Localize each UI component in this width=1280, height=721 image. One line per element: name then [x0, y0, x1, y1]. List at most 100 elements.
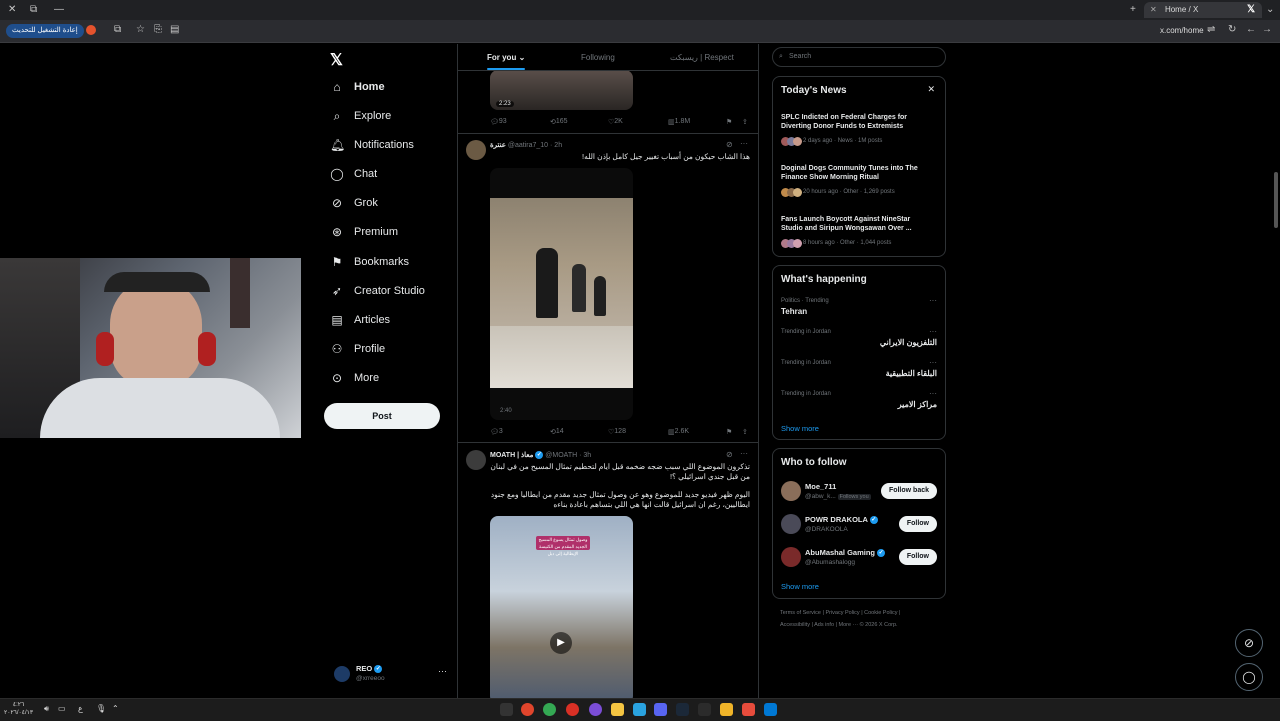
trend-name[interactable]: البلقاء التطبيقية	[886, 369, 937, 378]
extensions-icon[interactable]: ⧉	[114, 20, 121, 40]
app-icon[interactable]	[566, 703, 579, 716]
avatar[interactable]	[781, 547, 801, 567]
trend-more-icon[interactable]: ···	[929, 389, 937, 398]
nav-grok[interactable]: ⊘ Grok	[330, 192, 378, 214]
reload-icon[interactable]: ↻	[1228, 20, 1236, 40]
avatar[interactable]	[781, 481, 801, 501]
tweet-video[interactable]: وصول تمثال يسوع المسيح الجديد المقدم من …	[490, 516, 633, 704]
volume-icon[interactable]: 🔊︎	[44, 704, 49, 714]
news-headline[interactable]: Doginal Dogs Community Tunes into The Fi…	[781, 164, 931, 182]
follow-button[interactable]: Follow	[898, 549, 937, 565]
grok-icon[interactable]: ⊘	[726, 140, 733, 149]
nav-home[interactable]: ⌂ Home	[330, 76, 384, 98]
avatar[interactable]	[781, 514, 801, 534]
bookmark-icon[interactable]: ⚑	[726, 118, 732, 126]
grok-icon[interactable]: ⊘	[726, 450, 733, 459]
telegram-icon[interactable]	[633, 703, 646, 716]
tab-following[interactable]: Following	[581, 53, 615, 62]
trend-name[interactable]: مراكز الامير	[898, 400, 937, 409]
avatar[interactable]	[466, 450, 486, 470]
tweet-video[interactable]: 2:40	[490, 168, 633, 420]
nav-explore[interactable]: ⌕ Explore	[330, 105, 392, 127]
x-logo-icon[interactable]: 𝕏	[330, 50, 343, 70]
site-settings-icon[interactable]: ⇌	[1207, 20, 1215, 40]
windows-start-icon[interactable]	[764, 703, 777, 716]
address-bar[interactable]: x.com/home	[1160, 24, 1204, 38]
views-button[interactable]: ▥ 1.8M	[668, 118, 690, 126]
footer-links[interactable]: Terms of Service | Privacy Policy | Cook…	[780, 610, 900, 616]
more-icon[interactable]: ···	[740, 139, 748, 148]
home-timeline[interactable]: 2:23 💬︎ 93 ⟲ 165 ♡ 2K ▥ 1.8M ⚑ ⇪ عنترة @…	[457, 44, 759, 704]
post-button[interactable]: Post	[324, 403, 440, 429]
system-clock[interactable]: ٤:٢٦ ٢٠٢٦/٠٤/١٣	[4, 701, 33, 717]
news-headline[interactable]: SPLC Indicted on Federal Charges for Div…	[781, 113, 931, 131]
nav-bookmarks[interactable]: ⚑ Bookmarks	[330, 251, 409, 273]
views-button[interactable]: ▥ 2.6K	[668, 428, 689, 436]
show-more-link[interactable]: Show more	[781, 582, 819, 591]
forward-icon[interactable]: →	[1262, 20, 1272, 40]
follow-back-button[interactable]: Follow back	[880, 483, 937, 499]
restore-window-icon[interactable]: ⧉	[30, 0, 37, 20]
close-icon[interactable]: ✕	[927, 84, 935, 95]
chrome-icon[interactable]	[543, 703, 556, 716]
update-restart-button[interactable]: إعادة التشغيل للتحديث	[6, 24, 84, 38]
new-tab-icon[interactable]: +	[1130, 0, 1136, 20]
nav-chat[interactable]: ◯ Chat	[330, 163, 377, 185]
microphone-icon[interactable]: 🎙︎	[96, 704, 106, 713]
account-more-icon[interactable]: ···	[438, 666, 447, 676]
app-icon[interactable]	[589, 703, 602, 716]
like-button[interactable]: ♡ 2K	[608, 118, 623, 126]
nav-more[interactable]: ⊙ More	[330, 367, 379, 389]
trend-more-icon[interactable]: ···	[929, 296, 937, 305]
back-icon[interactable]: ←	[1246, 20, 1256, 40]
grok-fab-icon[interactable]: ⊘	[1235, 629, 1263, 657]
trend-name[interactable]: Tehran	[781, 307, 807, 316]
like-button[interactable]: ♡ 128	[608, 428, 626, 436]
tab-list-icon[interactable]: ⌄	[1266, 0, 1274, 20]
nav-creator-studio[interactable]: ➶ Creator Studio	[330, 280, 425, 302]
minimize-window-icon[interactable]: —	[54, 0, 64, 20]
file-explorer-icon[interactable]	[720, 703, 733, 716]
follow-button[interactable]: Follow	[898, 516, 937, 532]
discord-icon[interactable]	[654, 703, 667, 716]
search-input[interactable]: ⌕ Search	[772, 47, 946, 67]
nav-articles[interactable]: ▤ Articles	[330, 309, 390, 331]
tweet-author[interactable]: عنترة @aatira7_10 · 2h	[490, 141, 562, 149]
tab-for-you[interactable]: For you ⌄	[487, 53, 525, 62]
app-icon[interactable]	[611, 703, 624, 716]
close-window-icon[interactable]: ✕	[8, 0, 16, 20]
share-icon[interactable]: ⇪	[742, 428, 748, 436]
share-icon[interactable]: ⎘	[154, 20, 162, 40]
avatar[interactable]	[466, 140, 486, 160]
tab-close-icon[interactable]: ✕	[1150, 5, 1157, 14]
tweet-video[interactable]: 2:23	[490, 70, 633, 110]
reply-button[interactable]: 💬︎ 3	[490, 428, 503, 436]
user-name[interactable]: Moe_711	[805, 482, 836, 491]
share-icon[interactable]: ⇪	[742, 118, 748, 126]
trend-more-icon[interactable]: ···	[929, 327, 937, 336]
user-name[interactable]: AbuMashal Gaming ✓	[805, 548, 886, 558]
steam-icon[interactable]	[676, 703, 689, 716]
messages-fab-icon[interactable]: ◯	[1235, 663, 1263, 691]
profile-badge-icon[interactable]	[86, 25, 96, 35]
brave-icon[interactable]	[521, 703, 534, 716]
bookmark-icon[interactable]: ⚑	[726, 428, 732, 436]
app-icon[interactable]	[742, 703, 755, 716]
more-icon[interactable]: ···	[740, 449, 748, 458]
page-scrollbar[interactable]	[1274, 172, 1278, 228]
trend-name[interactable]: التلفزيون الايراني	[880, 338, 937, 347]
account-switcher[interactable]: REO ✓ @xrreeoo ···	[334, 664, 454, 688]
app-icon[interactable]	[500, 703, 513, 716]
input-language[interactable]: ع	[78, 704, 83, 713]
app-icon[interactable]	[698, 703, 711, 716]
tweet-author[interactable]: MOATH | معاذ ✓ @MOATH · 3h	[490, 451, 591, 460]
reply-button[interactable]: 💬︎ 93	[490, 118, 507, 126]
tray-expand-icon[interactable]: ⌃	[112, 704, 119, 713]
play-icon[interactable]: ▶	[550, 632, 572, 654]
repost-button[interactable]: ⟲ 14	[550, 428, 564, 436]
nav-notifications[interactable]: 🔔︎ Notifications	[330, 134, 414, 156]
trend-more-icon[interactable]: ···	[929, 358, 937, 367]
bookmark-star-icon[interactable]: ☆	[136, 20, 145, 40]
footer-links[interactable]: Accessibility | Ads info | More ··· © 20…	[780, 622, 898, 628]
nav-premium[interactable]: ⊛ Premium	[330, 221, 398, 243]
